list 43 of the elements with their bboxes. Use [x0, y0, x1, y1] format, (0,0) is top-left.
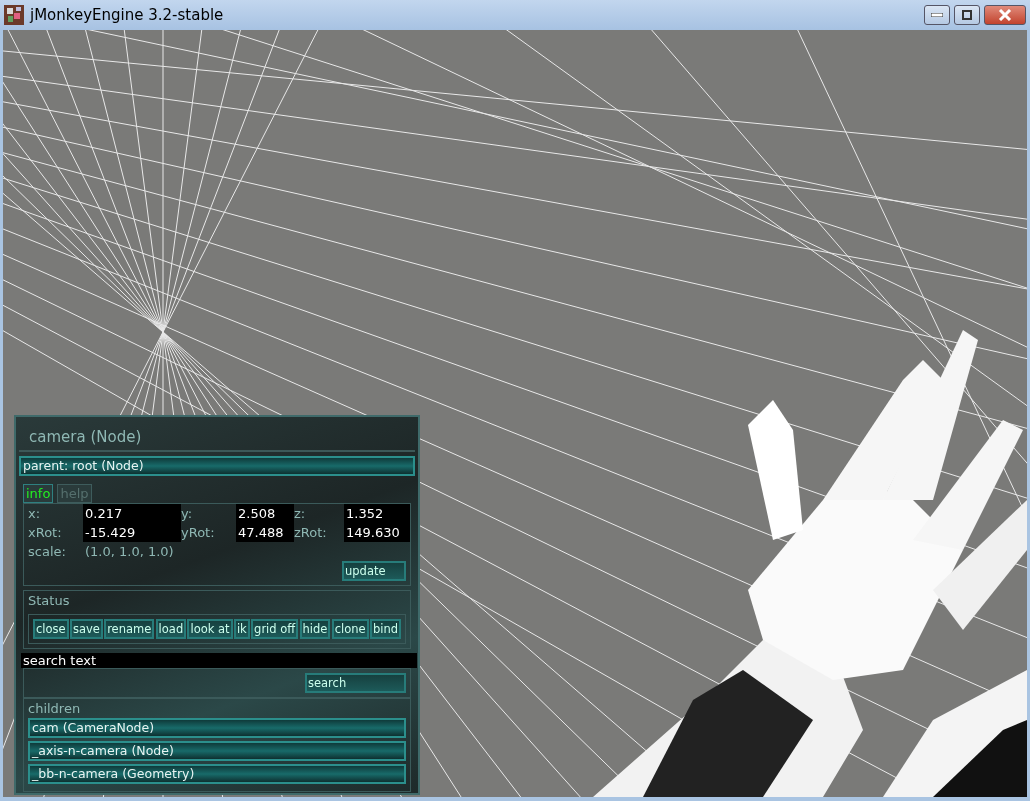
section-label: children	[28, 700, 82, 718]
field-label: xRot:	[28, 524, 63, 542]
action-button[interactable]: hide	[299, 619, 331, 639]
action-button[interactable]: clone	[331, 619, 369, 639]
action-button[interactable]: bind	[369, 619, 401, 639]
field-label: x:	[28, 505, 42, 523]
field-label: yRot:	[181, 524, 216, 542]
action-button[interactable]: look at	[187, 619, 233, 639]
scale-value: (1.0, 1.0, 1.0)	[85, 543, 174, 561]
value-field[interactable]: -15.429	[83, 523, 181, 542]
field-label: scale:	[28, 543, 67, 561]
field-label: y:	[181, 505, 194, 523]
panel-title: camera (Node)	[19, 420, 415, 452]
child-node-item[interactable]: _bb-n-camera (Geometry)	[28, 764, 406, 784]
action-button[interactable]: save	[69, 619, 103, 639]
maximize-button[interactable]	[954, 5, 980, 25]
value-field[interactable]: 149.630	[344, 523, 410, 542]
action-button[interactable]: ik	[233, 619, 250, 639]
parent-label: parent: root (Node)	[19, 456, 415, 476]
field-label: zRot:	[294, 524, 328, 542]
field-label: z:	[294, 505, 307, 523]
value-field[interactable]: 0.217	[83, 504, 181, 523]
close-button[interactable]	[984, 5, 1026, 25]
maximize-icon	[962, 10, 972, 20]
window-title: jMonkeyEngine 3.2-stable	[30, 4, 224, 26]
action-button[interactable]: grid off	[251, 619, 299, 639]
section-label: Status	[28, 592, 71, 610]
search-button[interactable]: search	[305, 673, 406, 693]
search-field[interactable]: search text	[21, 653, 417, 668]
tab[interactable]: info	[23, 484, 54, 503]
action-button[interactable]: rename	[104, 619, 155, 639]
value-field[interactable]: 1.352	[344, 504, 410, 523]
value-field[interactable]: 2.508	[236, 504, 294, 523]
action-button[interactable]: close	[33, 619, 69, 639]
app-logo-icon	[4, 5, 24, 25]
minimize-button[interactable]	[924, 5, 950, 25]
minimize-icon	[931, 13, 943, 17]
update-button[interactable]: update	[342, 561, 406, 581]
action-button[interactable]: load	[155, 619, 187, 639]
close-icon	[998, 9, 1012, 21]
child-node-item[interactable]: cam (CameraNode)	[28, 718, 406, 738]
value-field[interactable]: 47.488	[236, 523, 294, 542]
child-node-item[interactable]: _axis-n-camera (Node)	[28, 741, 406, 761]
